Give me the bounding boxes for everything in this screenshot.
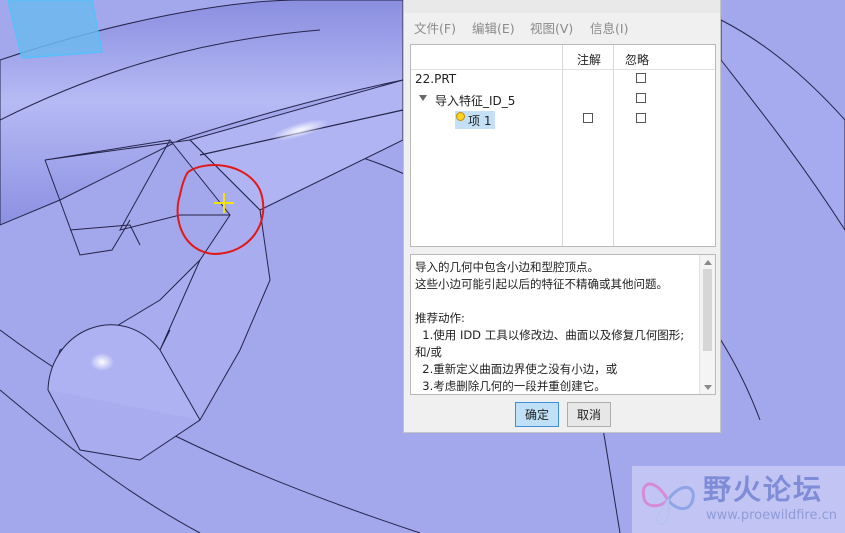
forum-watermark: 野火论坛 www.proewildfire.cn xyxy=(632,466,845,533)
menu-view[interactable]: 视图(V) xyxy=(530,18,573,37)
message-line: 3.考虑删除几何的一段并重创建它。 xyxy=(415,379,606,393)
column-divider xyxy=(613,45,614,246)
ignore-checkbox-feature[interactable] xyxy=(636,93,646,103)
message-line: 推荐动作: xyxy=(415,311,465,325)
expand-arrow-icon[interactable] xyxy=(419,95,427,101)
menu-bar: 文件(F) 编辑(E) 视图(V) 信息(I) xyxy=(404,16,720,38)
scroll-down-icon[interactable] xyxy=(704,385,712,390)
scroll-thumb[interactable] xyxy=(703,269,712,351)
watermark-name: 野火论坛 xyxy=(703,473,824,506)
tree-item-entry[interactable]: 项 1 xyxy=(468,112,491,129)
message-line: 这些小边可能引起以后的特征不精确或其他问题。 xyxy=(415,277,668,291)
message-line: 和/或 xyxy=(415,345,442,359)
message-line: 导入的几何中包含小边和型腔顶点。 xyxy=(415,260,599,274)
resolve-checkbox-entry[interactable] xyxy=(583,113,593,123)
scroll-up-icon[interactable] xyxy=(704,260,712,265)
header-divider xyxy=(411,69,715,70)
warning-dot-icon xyxy=(456,112,465,121)
ignore-checkbox-entry[interactable] xyxy=(636,113,646,123)
watermark-url: www.proewildfire.cn xyxy=(706,508,837,523)
message-line: 2.重新定义曲面边界使之没有小边，或 xyxy=(415,362,618,376)
tree-item-import-feature[interactable]: 导入特征_ID_5 xyxy=(435,92,515,109)
butterfly-logo-icon xyxy=(641,482,695,526)
model-check-dialog: 文件(F) 编辑(E) 视图(V) 信息(I) 注解 忽略 22.PRT 导入特… xyxy=(403,0,721,433)
message-scrollbar[interactable] xyxy=(699,255,715,394)
menu-edit[interactable]: 编辑(E) xyxy=(472,18,515,37)
cancel-button[interactable]: 取消 xyxy=(567,402,611,427)
message-line xyxy=(415,293,699,310)
menu-file[interactable]: 文件(F) xyxy=(414,18,456,37)
ignore-checkbox-part[interactable] xyxy=(636,73,646,83)
message-panel[interactable]: 导入的几何中包含小边和型腔顶点。 这些小边可能引起以后的特征不精确或其他问题。 … xyxy=(410,254,716,395)
message-line: 1.使用 IDD 工具以修改边、曲面以及修复几何图形; xyxy=(415,328,685,342)
ok-button[interactable]: 确定 xyxy=(515,402,559,427)
dialog-title xyxy=(404,0,720,13)
column-divider xyxy=(562,45,563,246)
tree-item-part[interactable]: 22.PRT xyxy=(415,72,456,86)
feature-tree-panel[interactable]: 注解 忽略 22.PRT 导入特征_ID_5 项 1 xyxy=(410,44,716,247)
column-header-resolve[interactable]: 注解 xyxy=(577,51,601,68)
column-header-ignore[interactable]: 忽略 xyxy=(625,51,649,68)
message-text: 导入的几何中包含小边和型腔顶点。 这些小边可能引起以后的特征不精确或其他问题。 … xyxy=(415,259,699,394)
menu-info[interactable]: 信息(I) xyxy=(590,18,628,37)
